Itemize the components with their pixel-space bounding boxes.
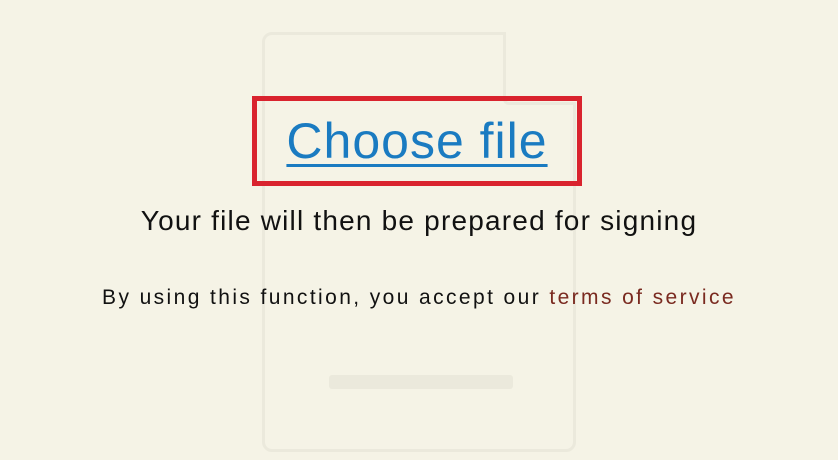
- upload-info-text: Your file will then be prepared for sign…: [140, 205, 698, 236]
- choose-file-link[interactable]: Choose file: [286, 112, 547, 170]
- terms-of-service-link[interactable]: terms of service: [549, 286, 736, 309]
- document-fold: [503, 32, 576, 105]
- document-icon: [262, 32, 576, 452]
- terms-notice: By using this function, you accept our t…: [0, 286, 838, 310]
- choose-file-highlight: Choose file: [252, 96, 582, 186]
- terms-prefix: By using this function, you accept our: [102, 286, 550, 309]
- document-line: [329, 375, 513, 389]
